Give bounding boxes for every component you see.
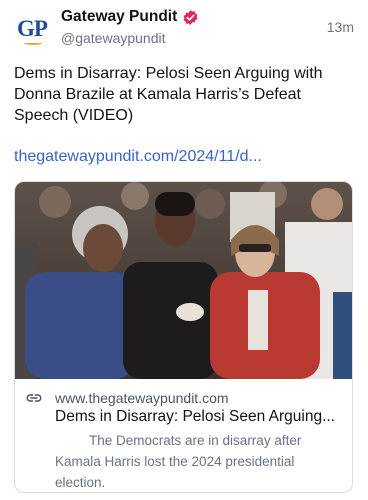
card-domain: www.thegatewaypundit.com xyxy=(55,390,229,406)
post-text: Dems in Disarray: Pelosi Seen Arguing wi… xyxy=(14,65,323,124)
post-timestamp[interactable]: 13m xyxy=(327,19,354,35)
avatar-swoosh xyxy=(24,41,42,45)
card-description: The Democrats are in disarray after Kama… xyxy=(55,433,302,490)
link-preview-card[interactable]: www.thegatewaypundit.com Dems in Disarra… xyxy=(14,181,353,493)
card-link-row: www.thegatewaypundit.com xyxy=(25,389,229,407)
author-name[interactable]: Gateway Pundit xyxy=(61,8,177,26)
verified-badge-icon xyxy=(182,9,199,26)
author-name-row: Gateway Pundit xyxy=(61,7,281,27)
author-block[interactable]: Gateway Pundit @gatewaypundit xyxy=(61,7,281,46)
card-title[interactable]: Dems in Disarray: Pelosi Seen Arguing... xyxy=(55,408,345,426)
post-link[interactable]: thegatewaypundit.com/2024/11/d... xyxy=(14,148,354,166)
author-handle[interactable]: @gatewaypundit xyxy=(61,30,281,46)
link-chain-icon xyxy=(25,389,43,407)
avatar[interactable]: GP xyxy=(14,10,50,46)
post: GP Gateway Pundit @gatewaypundit 13m Dem… xyxy=(0,0,368,500)
card-meta: www.thegatewaypundit.com Dems in Disarra… xyxy=(15,379,352,492)
card-image[interactable] xyxy=(15,182,352,379)
avatar-logo-text: GP xyxy=(17,15,48,41)
